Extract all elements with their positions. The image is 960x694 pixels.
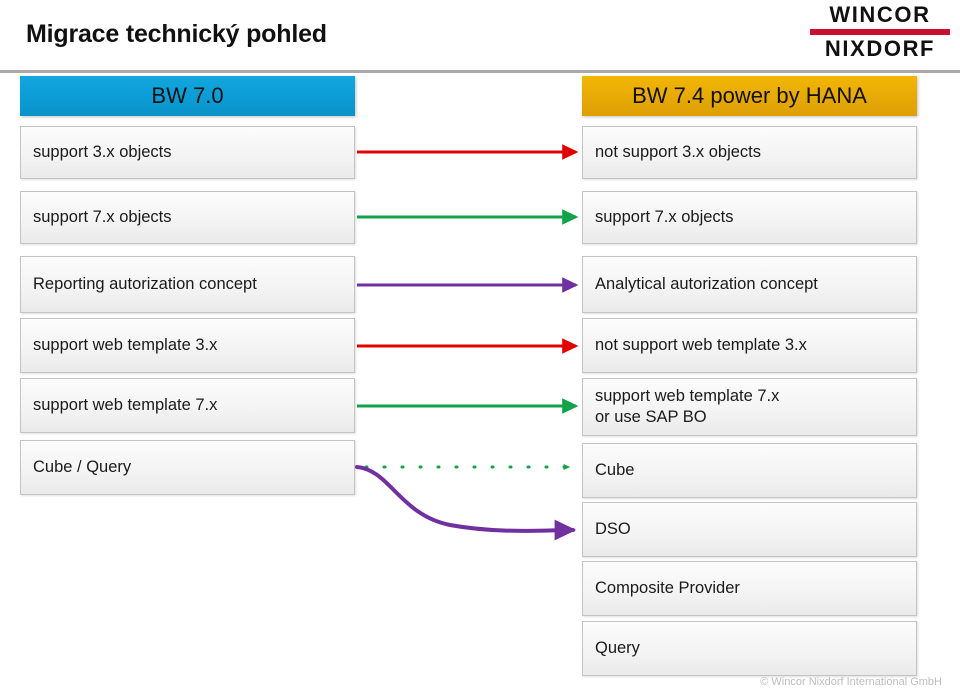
footer-copyright: © Wincor Nixdorf International GmbH (760, 676, 942, 688)
logo-line-wincor: WINCOR (829, 2, 931, 27)
left-item-label: support 3.x objects (33, 142, 172, 161)
right-item-not-support-web-template-3x[interactable]: not support web template 3.x (582, 318, 917, 373)
right-item-dso[interactable]: DSO (582, 502, 917, 557)
right-item-cube[interactable]: Cube (582, 443, 917, 498)
left-item-label: Cube / Query (33, 457, 132, 476)
page-title: Migrace technický pohled (26, 20, 327, 48)
right-item-label: Query (595, 638, 640, 657)
left-item-support-7x-objects[interactable]: support 7.x objects (20, 191, 355, 244)
right-item-composite-provider[interactable]: Composite Provider (582, 561, 917, 616)
right-item-label: not support 3.x objects (595, 142, 762, 161)
left-item-support-web-template-3x[interactable]: support web template 3.x (20, 318, 355, 373)
right-column-header: BW 7.4 power by HANA (582, 76, 917, 116)
right-item-query[interactable]: Query (582, 621, 917, 676)
slide-canvas: Migrace technický pohled WINCOR NIXDORF … (0, 0, 960, 694)
right-item-analytical-autorization-concept[interactable]: Analytical autorization concept (582, 256, 917, 313)
right-item-not-support-3x-objects[interactable]: not support 3.x objects (582, 126, 917, 179)
wincor-nixdorf-logo: WINCOR NIXDORF (810, 4, 950, 60)
logo-red-bar (810, 29, 950, 35)
left-item-label: support web template 3.x (33, 335, 218, 354)
connector-arrow-7-curved (355, 465, 577, 541)
right-item-label: support 7.x objects (595, 207, 734, 226)
left-item-label: support web template 7.x (33, 395, 218, 414)
left-item-reporting-autorization-concept[interactable]: Reporting autorization concept (20, 256, 355, 313)
left-item-support-3x-objects[interactable]: support 3.x objects (20, 126, 355, 179)
right-column-header-label: BW 7.4 power by HANA (632, 82, 867, 108)
logo-line-nixdorf: NIXDORF (824, 36, 936, 61)
right-item-support-7x-objects[interactable]: support 7.x objects (582, 191, 917, 244)
right-item-support-web-template-7x[interactable]: support web template 7.x or use SAP BO (582, 378, 917, 436)
left-item-label: Reporting autorization concept (33, 274, 257, 293)
left-item-label: support 7.x objects (33, 207, 172, 226)
header-divider (0, 70, 960, 73)
right-item-label: not support web template 3.x (595, 335, 807, 354)
right-item-label: Analytical autorization concept (595, 274, 818, 293)
right-item-label: support web template 7.x or use SAP BO (595, 386, 780, 426)
left-column-header: BW 7.0 (20, 76, 355, 116)
left-column-header-label: BW 7.0 (151, 82, 224, 108)
left-item-cube-query[interactable]: Cube / Query (20, 440, 355, 495)
right-item-label: Cube (595, 460, 635, 479)
right-item-label: Composite Provider (595, 578, 740, 597)
right-item-label: DSO (595, 519, 631, 538)
left-item-support-web-template-7x[interactable]: support web template 7.x (20, 378, 355, 433)
